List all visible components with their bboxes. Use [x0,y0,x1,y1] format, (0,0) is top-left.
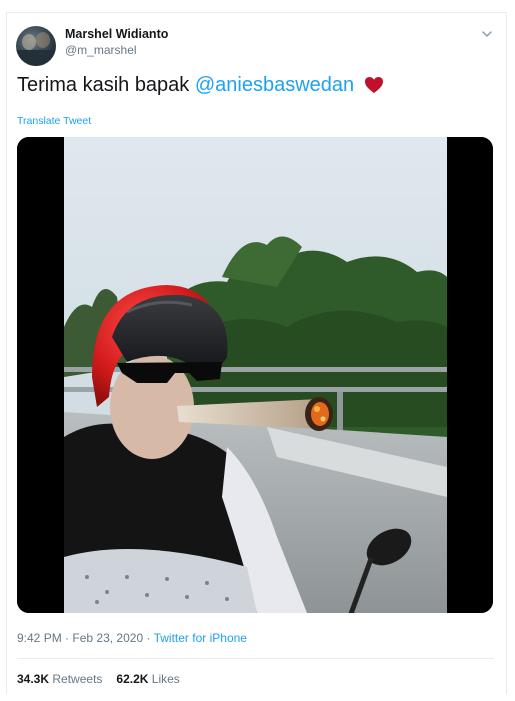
likes-count: 62.2K [116,672,149,686]
meta-separator: · [146,631,151,645]
mention-link[interactable]: @aniesbaswedan [195,74,354,96]
tweet-card: Marshel Widianto @m_marshel Terima kasih… [6,12,507,694]
user-handle[interactable]: @m_marshel [65,43,137,57]
meta-separator: · [65,631,70,645]
likes-stat[interactable]: 62.2K Likes [116,672,179,686]
avatar[interactable] [16,26,56,66]
tweet-text: Terima kasih bapak @aniesbaswedan [17,74,384,97]
tweet-timestamp: 9:42 PM · Feb 23, 2020 · Twitter for iPh… [17,631,247,645]
user-name[interactable]: Marshel Widianto [65,27,168,41]
retweets-label: Retweets [52,672,103,686]
likes-label: Likes [151,672,180,686]
engagement-stats: 34.3K Retweets 62.2K Likes [17,672,180,686]
heart-icon [364,77,383,93]
tweet-source-link[interactable]: Twitter for iPhone [154,631,247,645]
translate-tweet-link[interactable]: Translate Tweet [17,115,91,127]
tweet-time[interactable]: 9:42 PM [17,631,62,645]
tweet-date[interactable]: Feb 23, 2020 [72,631,143,645]
tweet-text-body: Terima kasih bapak [17,74,190,96]
retweets-count: 34.3K [17,672,50,686]
divider [17,658,494,659]
video-frame [17,137,493,613]
chevron-down-icon[interactable] [480,27,494,41]
retweets-stat[interactable]: 34.3K Retweets [17,672,102,686]
video-media[interactable] [17,137,493,613]
